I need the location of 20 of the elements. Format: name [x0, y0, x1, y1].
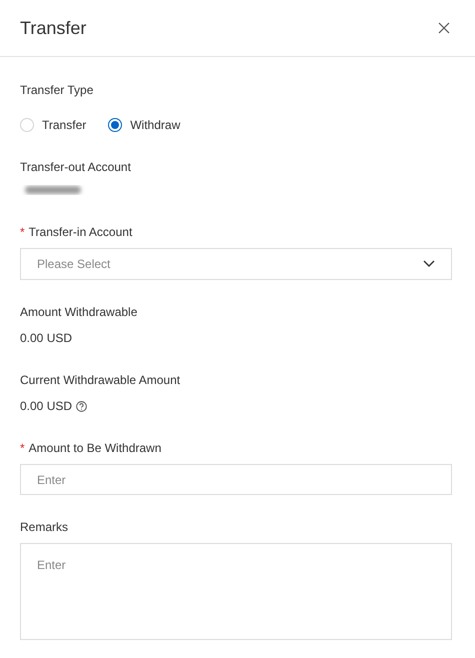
close-button[interactable]	[437, 21, 451, 35]
amount-value: 0.00 USD	[20, 399, 72, 413]
field-label: Amount to Be Withdrawn	[28, 441, 162, 455]
remarks-field[interactable]: Enter	[20, 543, 452, 640]
amount-value: 0.00 USD	[20, 331, 72, 345]
required-mark: *	[20, 225, 25, 239]
field-label: Remarks	[20, 520, 68, 534]
field-label: Transfer-in Account	[28, 225, 132, 239]
chevron-down-icon	[423, 260, 435, 268]
amount-input[interactable]: Enter	[20, 464, 452, 495]
radio-option[interactable]: Transfer	[20, 118, 86, 132]
field-label: Current Withdrawable Amount	[20, 373, 180, 387]
field-label: Amount Withdrawable	[20, 305, 138, 319]
help-icon[interactable]	[76, 400, 88, 412]
field-label: Transfer-out Account	[20, 160, 131, 174]
radio-option[interactable]: Withdraw	[108, 118, 180, 132]
account-select[interactable]: Please Select	[20, 248, 452, 280]
field-label: Transfer Type	[20, 83, 94, 97]
required-mark: *	[20, 441, 25, 455]
dialog-title: Transfer	[20, 18, 86, 38]
